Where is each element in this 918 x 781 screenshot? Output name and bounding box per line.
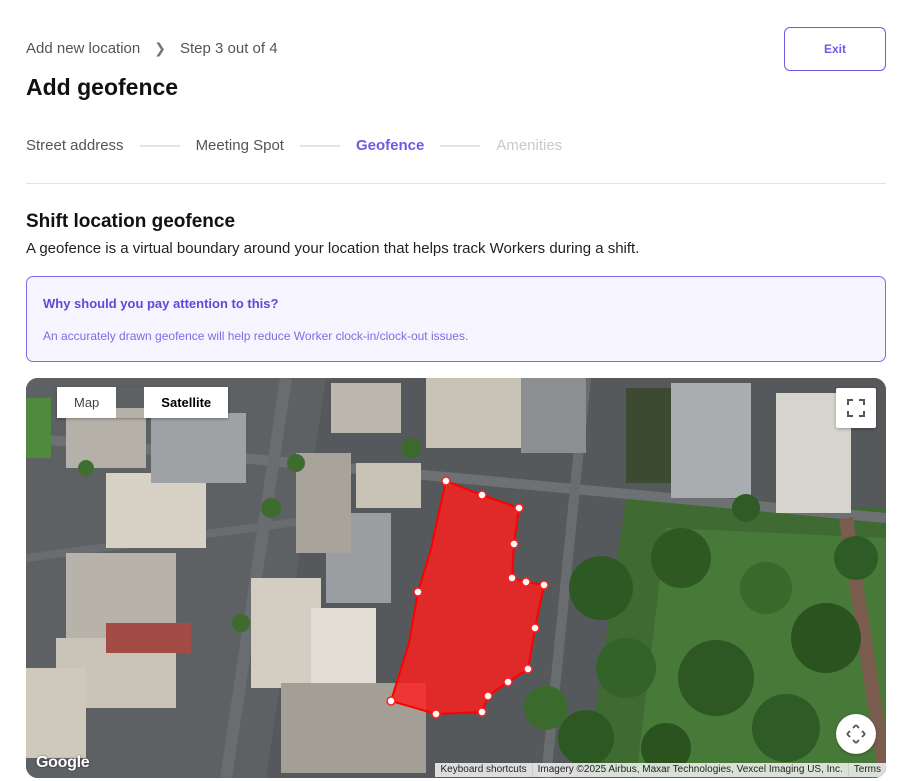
keyboard-shortcuts-link[interactable]: Keyboard shortcuts [435, 763, 531, 777]
step-meeting-spot[interactable]: Meeting Spot [196, 137, 284, 154]
step-connector [440, 144, 481, 147]
breadcrumb-current: Step 3 out of 4 [179, 40, 278, 57]
geofence-map[interactable]: Map Satellite Google Keyboard shortcuts … [26, 378, 886, 778]
google-logo: Google [36, 754, 90, 771]
step-connector [139, 144, 180, 147]
pan-control-button[interactable] [836, 714, 876, 754]
map-type-control: Map Satellite [57, 387, 229, 418]
info-notice: Why should you pay attention to this? An… [26, 276, 886, 362]
pan-arrows-icon [846, 724, 866, 744]
chevron-right-icon: ❯ [154, 40, 166, 56]
breadcrumb-parent[interactable]: Add new location [26, 40, 140, 57]
section-title: Shift location geofence [26, 211, 236, 232]
fullscreen-button[interactable] [836, 388, 876, 428]
notice-title: Why should you pay attention to this? [43, 296, 279, 311]
step-connector [299, 144, 340, 147]
page-title: Add geofence [26, 74, 179, 100]
step-amenities: Amenities [496, 137, 563, 154]
step-geofence[interactable]: Geofence [356, 137, 424, 154]
stepper: Street address Meeting Spot Geofence Ame… [26, 137, 562, 154]
map-view-button[interactable]: Map [57, 387, 117, 418]
breadcrumb: Add new location ❯ Step 3 out of 4 [26, 40, 278, 57]
map-attribution: Keyboard shortcuts Imagery ©2025 Airbus,… [435, 763, 886, 777]
satellite-imagery[interactable] [26, 378, 886, 778]
divider [26, 183, 886, 184]
fullscreen-icon [847, 399, 865, 417]
section-description: A geofence is a virtual boundary around … [26, 240, 640, 257]
notice-body: An accurately drawn geofence will help r… [43, 329, 469, 343]
satellite-view-button[interactable]: Satellite [144, 387, 229, 418]
exit-button[interactable]: Exit [784, 27, 886, 71]
imagery-credit: Imagery ©2025 Airbus, Maxar Technologies… [531, 763, 848, 777]
step-street-address[interactable]: Street address [26, 137, 124, 154]
terms-link[interactable]: Terms [847, 763, 886, 777]
